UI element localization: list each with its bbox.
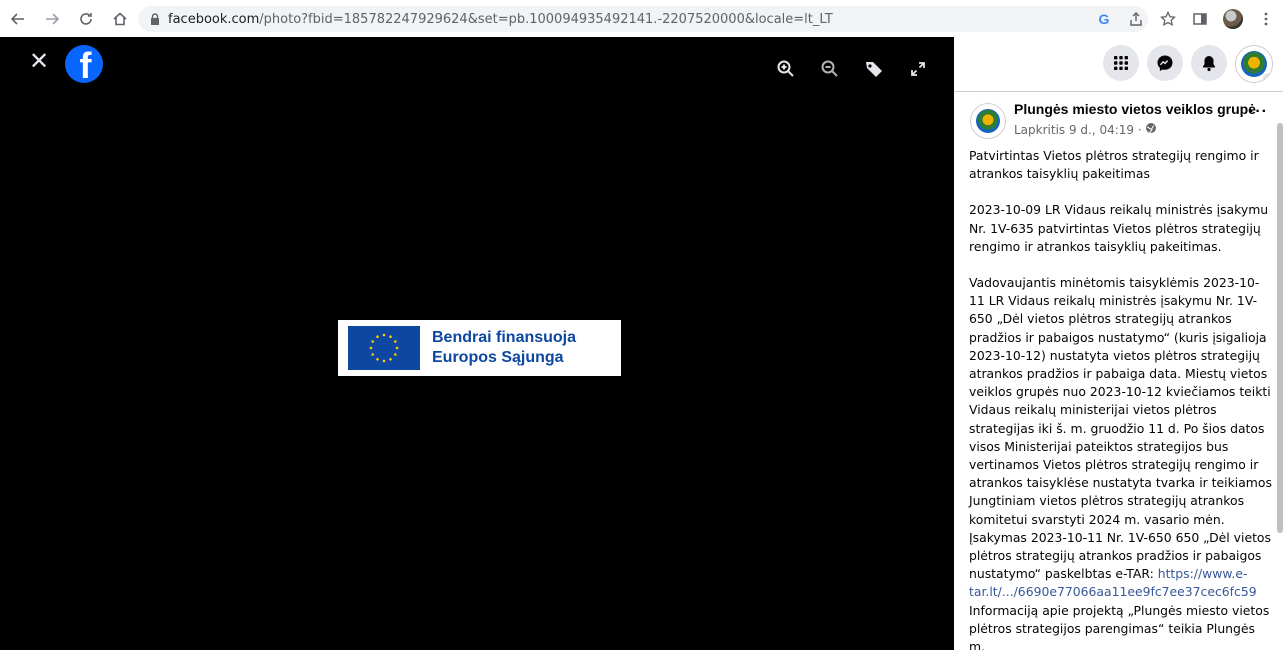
- post-side-panel: ⌄ Plungės miesto vietos veiklos grupė La…: [954, 37, 1283, 650]
- browser-actions: G: [1095, 6, 1275, 32]
- menu-grid-button[interactable]: [1103, 45, 1139, 81]
- chevron-down-icon: ⌄: [1262, 72, 1272, 82]
- close-icon[interactable]: ✕: [28, 50, 50, 74]
- address-bar[interactable]: facebook.com/photo?fbid=185782247929624&…: [138, 6, 1148, 32]
- photo-viewer: ✕ f Bendrai finansuoja Europos Sąjunga: [0, 37, 954, 650]
- google-icon[interactable]: G: [1095, 10, 1113, 28]
- post-meta: Lapkritis 9 d., 04:19 ·: [1014, 122, 1157, 137]
- zoom-out-icon[interactable]: [808, 55, 852, 83]
- share-icon[interactable]: [1127, 10, 1145, 28]
- side-panel-icon[interactable]: [1191, 10, 1209, 28]
- page-name-link[interactable]: Plungės miesto vietos veiklos grupė: [1014, 101, 1256, 117]
- more-options-icon[interactable]: ···: [1249, 103, 1268, 121]
- url-path: /photo?fbid=185782247929624&set=pb.10009…: [259, 11, 833, 27]
- grid-icon: [1114, 56, 1128, 70]
- post-paragraph: Informaciją apie projektą „Plungės miest…: [969, 602, 1270, 650]
- post-paragraph: Vadovaujantis minėtomis taisyklėmis 2023…: [969, 275, 1272, 527]
- post-paragraph: Įsakymas 2023-10-11 Nr. 1V-650 650 „Dėl …: [969, 529, 1274, 602]
- banner-line-2: Europos Sąjunga: [432, 349, 564, 366]
- divider: [954, 91, 1283, 92]
- post-paragraph: Patvirtintas Vietos plėtros strategijų r…: [969, 148, 1259, 182]
- zoom-in-icon[interactable]: [764, 55, 808, 83]
- lock-icon: [151, 13, 159, 25]
- browser-profile-avatar[interactable]: [1223, 9, 1243, 29]
- eu-flag-icon: [348, 326, 420, 370]
- messenger-button[interactable]: [1147, 45, 1183, 81]
- top-nav-buttons: ⌄: [1103, 45, 1273, 83]
- home-icon[interactable]: [108, 7, 132, 31]
- tag-icon[interactable]: [852, 55, 896, 83]
- post-text: Patvirtintas Vietos plėtros strategijų r…: [969, 147, 1274, 650]
- facebook-logo-icon[interactable]: f: [65, 45, 103, 83]
- viewer-toolbar: [764, 55, 940, 83]
- page-avatar[interactable]: [970, 103, 1006, 139]
- banner-text: Bendrai finansuoja Europos Sąjunga: [432, 328, 576, 368]
- url-host: facebook.com: [168, 11, 260, 27]
- notifications-button[interactable]: [1191, 45, 1227, 81]
- post-header: Plungės miesto vietos veiklos grupė Lapk…: [970, 101, 1270, 141]
- back-arrow-icon[interactable]: [6, 7, 30, 31]
- globe-icon: [1145, 122, 1157, 137]
- banner-line-1: Bendrai finansuoja: [432, 329, 577, 346]
- messenger-icon: [1157, 55, 1173, 71]
- url-text: facebook.com/photo?fbid=185782247929624&…: [168, 12, 833, 27]
- star-icon[interactable]: [1159, 10, 1177, 28]
- account-avatar[interactable]: ⌄: [1235, 45, 1273, 83]
- browser-toolbar: facebook.com/photo?fbid=185782247929624&…: [0, 0, 1283, 37]
- kebab-menu-icon[interactable]: [1257, 10, 1275, 28]
- reload-icon[interactable]: [74, 7, 98, 31]
- scrollbar[interactable]: [1277, 123, 1283, 533]
- bell-icon: [1203, 56, 1215, 72]
- forward-arrow-icon[interactable]: [40, 7, 64, 31]
- vvg-logo-icon: [976, 109, 1000, 133]
- eu-cofunded-banner: Bendrai finansuoja Europos Sąjunga: [338, 320, 621, 376]
- post-paragraph: 2023-10-09 LR Vidaus reikalų ministrės į…: [969, 202, 1269, 254]
- post-timestamp[interactable]: Lapkritis 9 d., 04:19 ·: [1014, 123, 1142, 137]
- fullscreen-icon[interactable]: [896, 55, 940, 83]
